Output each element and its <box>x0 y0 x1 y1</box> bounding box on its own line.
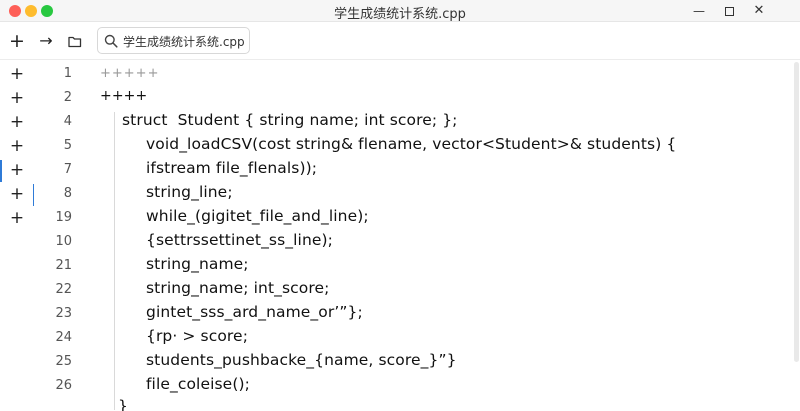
code-line: gintet_sss_ard_name_or’”}; <box>146 303 363 321</box>
forward-arrow-icon[interactable]: → <box>35 30 57 52</box>
folder-icon[interactable] <box>64 30 86 52</box>
sidebar: + + + + + + + <box>0 60 36 411</box>
code-line: string_line; <box>146 183 233 201</box>
line-number: 5 <box>63 138 72 153</box>
toolbar: + → 学生成绩统计系统.cpp <box>0 22 800 60</box>
line-number: 7 <box>63 162 72 177</box>
active-line-indicator <box>0 160 2 182</box>
maximize-icon[interactable] <box>720 2 738 20</box>
code-line: string_name; <box>146 255 249 273</box>
search-icon <box>104 34 118 48</box>
line-number: 24 <box>55 330 72 345</box>
title-bar: 学生成绩统计系统.cpp — ✕ <box>0 0 800 22</box>
code-line: } <box>118 397 128 411</box>
sidebar-add-icon[interactable]: + <box>8 185 26 203</box>
line-number: 23 <box>55 306 72 321</box>
line-number: 1 <box>63 66 72 81</box>
close-icon[interactable]: ✕ <box>750 2 768 20</box>
sidebar-add-icon[interactable]: + <box>8 89 26 107</box>
add-icon[interactable]: + <box>6 30 28 52</box>
code-area[interactable]: +++++ ++++ struct Student { string name;… <box>98 60 788 411</box>
search-value: 学生成绩统计系统.cpp <box>123 35 245 49</box>
sidebar-add-icon[interactable]: + <box>8 209 26 227</box>
line-number: 22 <box>55 282 72 297</box>
line-number: 26 <box>55 378 72 393</box>
code-line: string_name; int_score; <box>146 279 330 297</box>
sidebar-add-icon[interactable]: + <box>8 65 26 83</box>
code-line: ifstream file_flenals)); <box>146 159 318 177</box>
line-number: 10 <box>55 234 72 249</box>
code-line: struct Student { string name; int score;… <box>122 111 458 129</box>
code-line: {rp· > score; <box>146 327 249 345</box>
sidebar-add-icon[interactable]: + <box>8 113 26 131</box>
search-input[interactable]: 学生成绩统计系统.cpp <box>97 27 250 54</box>
sidebar-add-icon[interactable]: + <box>8 137 26 155</box>
window-title: 学生成绩统计系统.cpp <box>334 7 466 22</box>
line-number: 8 <box>63 186 72 201</box>
line-number: 4 <box>63 114 72 129</box>
code-line: void_loadCSV(cost string& flename, vecto… <box>146 135 677 153</box>
vertical-scrollbar[interactable] <box>794 62 799 362</box>
line-number: 25 <box>55 354 72 369</box>
code-line: {settrssettinet_ss_line); <box>146 231 333 249</box>
code-line: ++++ <box>100 88 148 104</box>
line-number-gutter: 1 2 4 5 7 8 19 10 21 22 23 24 25 26 <box>36 60 86 411</box>
code-line: while_(gigitet_file_and_line); <box>146 207 369 225</box>
line-number: 21 <box>55 258 72 273</box>
sidebar-add-icon[interactable]: + <box>8 161 26 179</box>
line-number: 19 <box>55 210 72 225</box>
minimize-icon[interactable]: — <box>690 2 708 20</box>
code-editor[interactable]: 1 2 4 5 7 8 19 10 21 22 23 24 25 26 ++++… <box>36 60 796 411</box>
code-line: students_pushbacke_{name, score_}”} <box>146 351 457 369</box>
line-number: 2 <box>63 90 72 105</box>
code-line: file_coleise(); <box>146 375 250 393</box>
code-line: +++++ <box>100 66 160 81</box>
